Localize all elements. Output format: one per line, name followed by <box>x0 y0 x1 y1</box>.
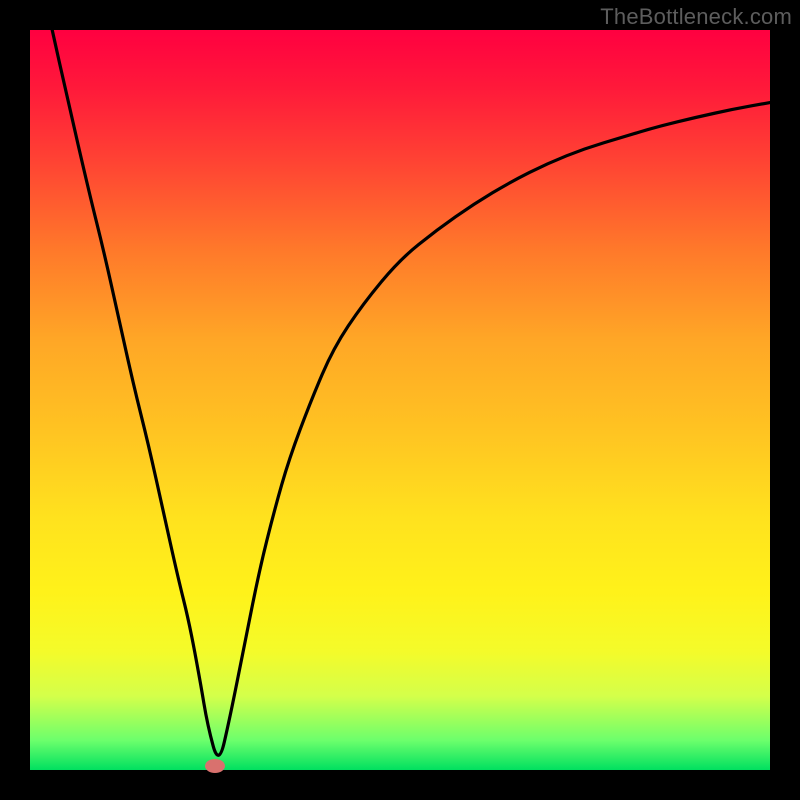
curve-layer <box>30 30 770 770</box>
watermark-text: TheBottleneck.com <box>600 4 792 30</box>
optimal-point-marker <box>205 759 225 773</box>
bottleneck-curve <box>52 30 770 755</box>
chart-frame: TheBottleneck.com <box>0 0 800 800</box>
